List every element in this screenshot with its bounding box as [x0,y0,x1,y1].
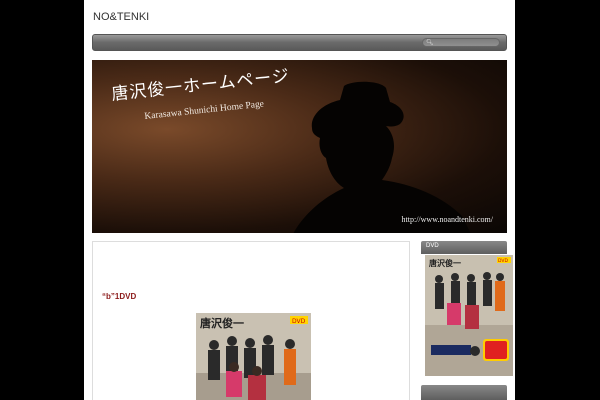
dvd-cover-image[interactable]: 唐沢俊一 DVD [196,313,311,400]
sidebar-widget-header: DVD [421,241,507,254]
sidebar-widget-title: DVD [426,243,439,249]
page: NO&TENKI 🔍︎ 唐沢俊一ホームページ Karasawa Shunichi… [84,0,515,400]
post-title[interactable]: “b”1DVD [102,292,136,301]
sidebar-cover-badge: DVD [498,258,508,264]
header-banner[interactable]: 唐沢俊一ホームページ Karasawa Shunichi Home Page h… [92,60,507,233]
sidebar-cover-title: 唐沢俊一 [429,258,461,268]
main-content: “b”1DVD 唐沢俊一 DVD [92,241,410,400]
banner-url: http://www.noandtenki.com/ [401,215,493,224]
cover-badge: DVD [292,318,306,325]
banner-title-en: Karasawa Shunichi Home Page [144,99,265,122]
search-input[interactable]: 🔍︎ [422,38,500,47]
sidebar-dvd-cover[interactable]: 唐沢俊一 DVD [425,255,513,376]
silhouette-image [293,81,471,233]
nav-bar: 🔍︎ [92,34,507,51]
sidebar-widget-header-2 [421,385,507,400]
cover-title: 唐沢俊一 [200,316,244,330]
search-icon[interactable]: 🔍︎ [426,39,434,47]
banner-title-jp: 唐沢俊一ホームページ [110,66,291,105]
site-title[interactable]: NO&TENKI [93,11,149,23]
